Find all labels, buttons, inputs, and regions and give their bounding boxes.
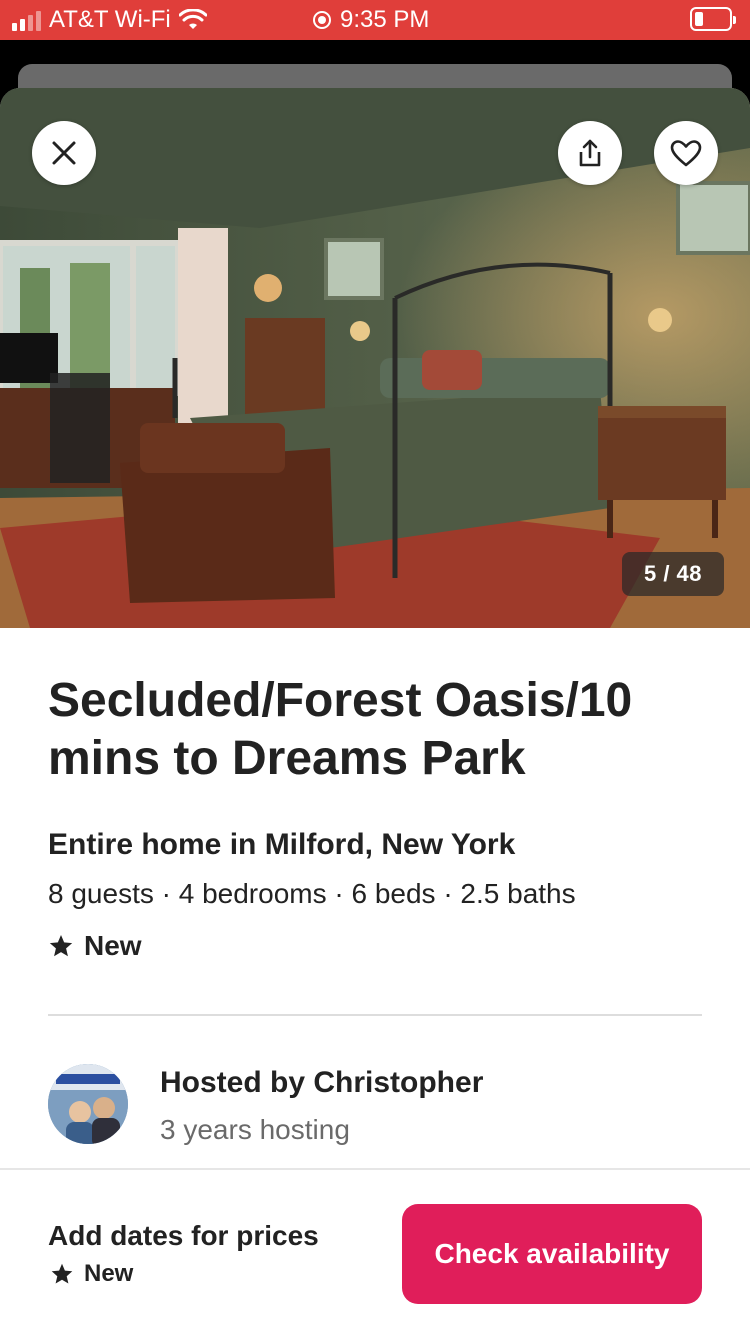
close-button[interactable] bbox=[32, 121, 96, 185]
host-name: Hosted by Christopher bbox=[160, 1066, 484, 1099]
host-avatar[interactable] bbox=[48, 1064, 128, 1144]
location-icon bbox=[313, 11, 331, 29]
listing-subtitle: Entire home in Milford, New York bbox=[48, 828, 516, 861]
booking-footer: Add dates for prices New Check availabil… bbox=[0, 1168, 750, 1334]
status-bar: AT&T Wi-Fi 9:35 PM bbox=[0, 0, 750, 40]
star-icon bbox=[51, 1263, 73, 1284]
footer-rating-label: New bbox=[84, 1260, 134, 1287]
battery-icon bbox=[690, 7, 736, 31]
footer-rating: New bbox=[50, 1260, 133, 1288]
listing-sheet: 5 / 48 Secluded/Forest Oasis/10 mins to … bbox=[0, 88, 750, 1334]
price-prompt[interactable]: Add dates for prices bbox=[48, 1220, 319, 1252]
rating-row: New bbox=[48, 930, 142, 962]
status-left: AT&T Wi-Fi bbox=[12, 0, 207, 40]
signal-icon bbox=[12, 9, 41, 31]
listing-photo[interactable]: 5 / 48 bbox=[0, 88, 750, 628]
listing-title: Secluded/Forest Oasis/10 mins to Dreams … bbox=[48, 674, 633, 785]
heart-icon bbox=[670, 140, 702, 167]
host-years: 3 years hosting bbox=[160, 1114, 350, 1145]
carrier-label: AT&T Wi-Fi bbox=[49, 6, 171, 33]
wifi-icon bbox=[178, 9, 207, 29]
host-photo bbox=[48, 1064, 128, 1144]
bedroom-photo bbox=[0, 88, 750, 628]
time-label: 9:35 PM bbox=[340, 6, 430, 33]
rating-label: New bbox=[84, 930, 142, 961]
save-button[interactable] bbox=[654, 121, 718, 185]
photo-counter: 5 / 48 bbox=[622, 552, 724, 596]
share-button[interactable] bbox=[558, 121, 622, 185]
check-availability-button[interactable]: Check availability bbox=[402, 1204, 702, 1304]
divider bbox=[48, 1014, 702, 1016]
share-icon bbox=[579, 139, 601, 167]
status-center: 9:35 PM bbox=[312, 0, 429, 40]
listing-specs: 8 guests · 4 bedrooms · 6 beds · 2.5 bat… bbox=[48, 878, 576, 909]
close-icon bbox=[52, 141, 76, 165]
star-icon bbox=[49, 934, 73, 957]
